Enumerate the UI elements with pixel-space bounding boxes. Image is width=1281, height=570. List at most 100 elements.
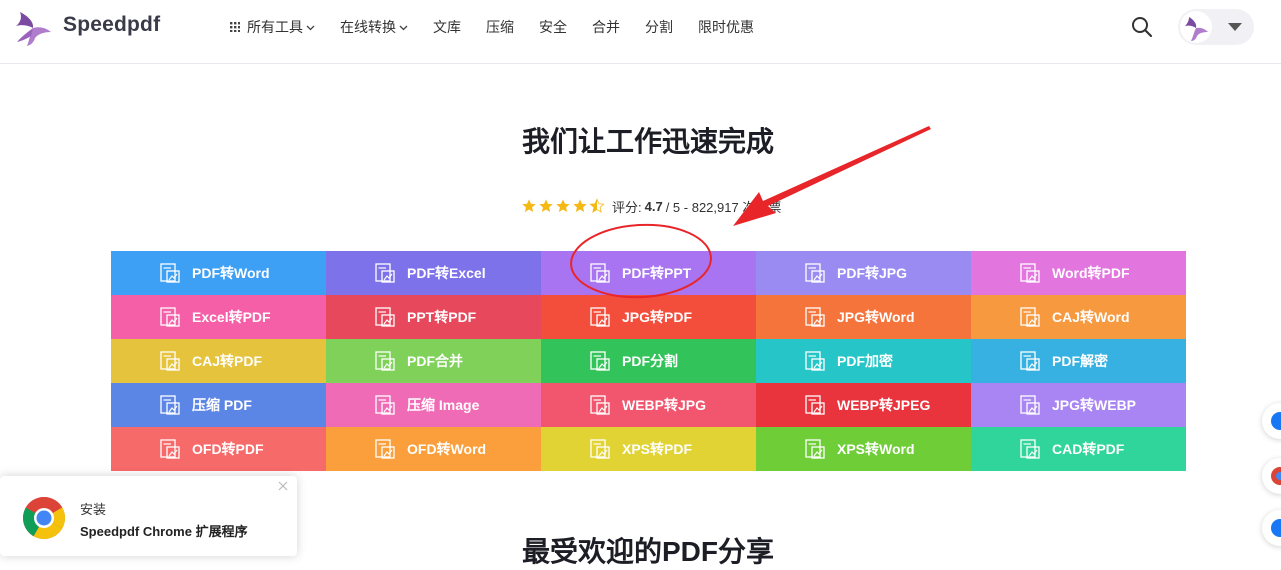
main-nav: 所有工具 在线转换 文库 压缩 安全 合并 分割 限时优惠 bbox=[230, 17, 779, 37]
tool-label: JPG转Word bbox=[837, 309, 915, 325]
tool-tile[interactable]: PDF合并 bbox=[326, 339, 541, 383]
facebook-share-button[interactable] bbox=[1262, 403, 1281, 439]
tool-tile[interactable]: WEBP转JPEG bbox=[756, 383, 971, 427]
speedpdf-logo[interactable] bbox=[14, 8, 52, 46]
tool-tile[interactable]: JPG转WEBP bbox=[971, 383, 1186, 427]
tool-tile[interactable]: Word转PDF bbox=[971, 251, 1186, 295]
nav-item-7[interactable]: 限时优惠 bbox=[698, 17, 754, 37]
nav-item-3[interactable]: 压缩 bbox=[486, 17, 514, 37]
tool-tile[interactable]: PDF转JPG bbox=[756, 251, 971, 295]
tool-tile[interactable]: PDF转Word bbox=[111, 251, 326, 295]
chevron-down-icon bbox=[1228, 23, 1242, 31]
tool-label: Word转PDF bbox=[1052, 265, 1130, 281]
popup-title: 安装 bbox=[80, 502, 107, 517]
tool-tile[interactable]: WEBP转JPG bbox=[541, 383, 756, 427]
star-icon bbox=[539, 199, 553, 212]
document-icon bbox=[590, 351, 610, 371]
tool-label: Excel转PDF bbox=[192, 309, 271, 325]
tool-tile[interactable]: OFD转Word bbox=[326, 427, 541, 471]
chrome-share-button[interactable] bbox=[1262, 458, 1281, 494]
tool-label: WEBP转JPEG bbox=[837, 397, 931, 413]
tool-tile[interactable]: CAJ转PDF bbox=[111, 339, 326, 383]
nav-item-2[interactable]: 文库 bbox=[433, 17, 461, 37]
document-icon bbox=[160, 395, 180, 415]
tool-tile[interactable]: PDF解密 bbox=[971, 339, 1186, 383]
nav-item-label: 分割 bbox=[645, 19, 673, 35]
nav-item-label: 文库 bbox=[433, 19, 461, 35]
tool-tile[interactable]: JPG转PDF bbox=[541, 295, 756, 339]
document-icon bbox=[160, 351, 180, 371]
tool-label: OFD转PDF bbox=[192, 441, 264, 457]
tool-label: 压缩 PDF bbox=[192, 397, 252, 413]
nav-item-label: 限时优惠 bbox=[698, 19, 754, 35]
star-icon bbox=[522, 199, 536, 212]
hero-title: 我们让工作迅速完成 bbox=[521, 126, 774, 157]
tool-tile[interactable]: CAD转PDF bbox=[971, 427, 1186, 471]
tool-label: XPS转Word bbox=[837, 441, 915, 457]
rating-row: 评分: 4.7 / 5 - 822,917 次投票 bbox=[521, 196, 781, 216]
tool-tile[interactable]: PDF转PPT bbox=[541, 251, 756, 295]
rating-value: 4.7 bbox=[644, 198, 663, 214]
document-icon bbox=[590, 263, 610, 283]
document-icon bbox=[805, 395, 825, 415]
document-icon bbox=[805, 439, 825, 459]
nav-item-6[interactable]: 分割 bbox=[645, 17, 673, 37]
tool-label: JPG转WEBP bbox=[1052, 397, 1137, 413]
top-header: Speedpdf 所有工具 在线转换 文库 压缩 安全 合并 分割 限时优惠 bbox=[0, 0, 1281, 64]
document-icon bbox=[375, 263, 395, 283]
facebook-icon bbox=[1271, 412, 1281, 430]
tool-tile[interactable]: XPS转Word bbox=[756, 427, 971, 471]
tool-tile[interactable]: 压缩 Image bbox=[326, 383, 541, 427]
document-icon bbox=[590, 439, 610, 459]
tool-tile[interactable]: Excel转PDF bbox=[111, 295, 326, 339]
tool-tile[interactable]: PDF加密 bbox=[756, 339, 971, 383]
user-menu[interactable] bbox=[1178, 9, 1254, 45]
close-icon[interactable] bbox=[278, 481, 288, 491]
document-icon bbox=[375, 351, 395, 371]
tool-tile[interactable]: PDF分割 bbox=[541, 339, 756, 383]
nav-item-label: 安全 bbox=[539, 19, 567, 35]
nav-item-1[interactable]: 在线转换 bbox=[340, 17, 408, 37]
star-icon bbox=[556, 199, 570, 212]
document-icon bbox=[805, 351, 825, 371]
chevron-down-icon bbox=[306, 25, 315, 30]
nav-item-0[interactable]: 所有工具 bbox=[230, 17, 315, 37]
tool-tile[interactable]: PPT转PDF bbox=[326, 295, 541, 339]
tool-label: JPG转PDF bbox=[622, 309, 693, 325]
rating-prefix: 评分: bbox=[612, 199, 642, 215]
nav-item-label: 合并 bbox=[592, 19, 620, 35]
tool-label: PDF分割 bbox=[622, 353, 678, 369]
rating-suffix: / 5 - 822,917 次投票 bbox=[665, 199, 782, 215]
tool-tile[interactable]: CAJ转Word bbox=[971, 295, 1186, 339]
document-icon bbox=[805, 263, 825, 283]
nav-item-4[interactable]: 安全 bbox=[539, 17, 567, 37]
brand-name[interactable]: Speedpdf bbox=[63, 13, 160, 37]
tool-tile[interactable]: PDF转Excel bbox=[326, 251, 541, 295]
avatar-logo-icon bbox=[1185, 17, 1208, 41]
tool-tile[interactable]: 压缩 PDF bbox=[111, 383, 326, 427]
tools-grid: PDF转Word PDF转Excel PDF转PPT PDF转JPG Word转PDF E… bbox=[111, 251, 1186, 472]
rating-stars bbox=[521, 198, 606, 214]
tool-label: PDF转Word bbox=[192, 265, 270, 281]
document-icon bbox=[1020, 351, 1040, 371]
chrome-small-icon bbox=[1271, 467, 1281, 485]
tool-label: CAD转PDF bbox=[1052, 441, 1125, 457]
tool-tile[interactable]: JPG转Word bbox=[756, 295, 971, 339]
tool-tile[interactable]: XPS转PDF bbox=[541, 427, 756, 471]
document-icon bbox=[805, 307, 825, 327]
avatar bbox=[1180, 11, 1212, 43]
nav-item-label: 所有工具 bbox=[247, 19, 303, 35]
tool-label: OFD转Word bbox=[407, 441, 487, 457]
search-icon[interactable] bbox=[1131, 16, 1153, 38]
tool-tile[interactable]: OFD转PDF bbox=[111, 427, 326, 471]
tool-label: PDF解密 bbox=[1052, 353, 1108, 369]
tool-label: 压缩 Image bbox=[407, 397, 480, 413]
document-icon bbox=[375, 439, 395, 459]
chevron-down-icon bbox=[399, 25, 408, 30]
tool-label: XPS转PDF bbox=[622, 441, 693, 457]
nav-item-5[interactable]: 合并 bbox=[592, 17, 620, 37]
tool-label: CAJ转Word bbox=[1052, 309, 1130, 325]
grid-icon bbox=[230, 22, 240, 32]
tool-label: CAJ转PDF bbox=[192, 353, 263, 369]
document-icon bbox=[375, 395, 395, 415]
